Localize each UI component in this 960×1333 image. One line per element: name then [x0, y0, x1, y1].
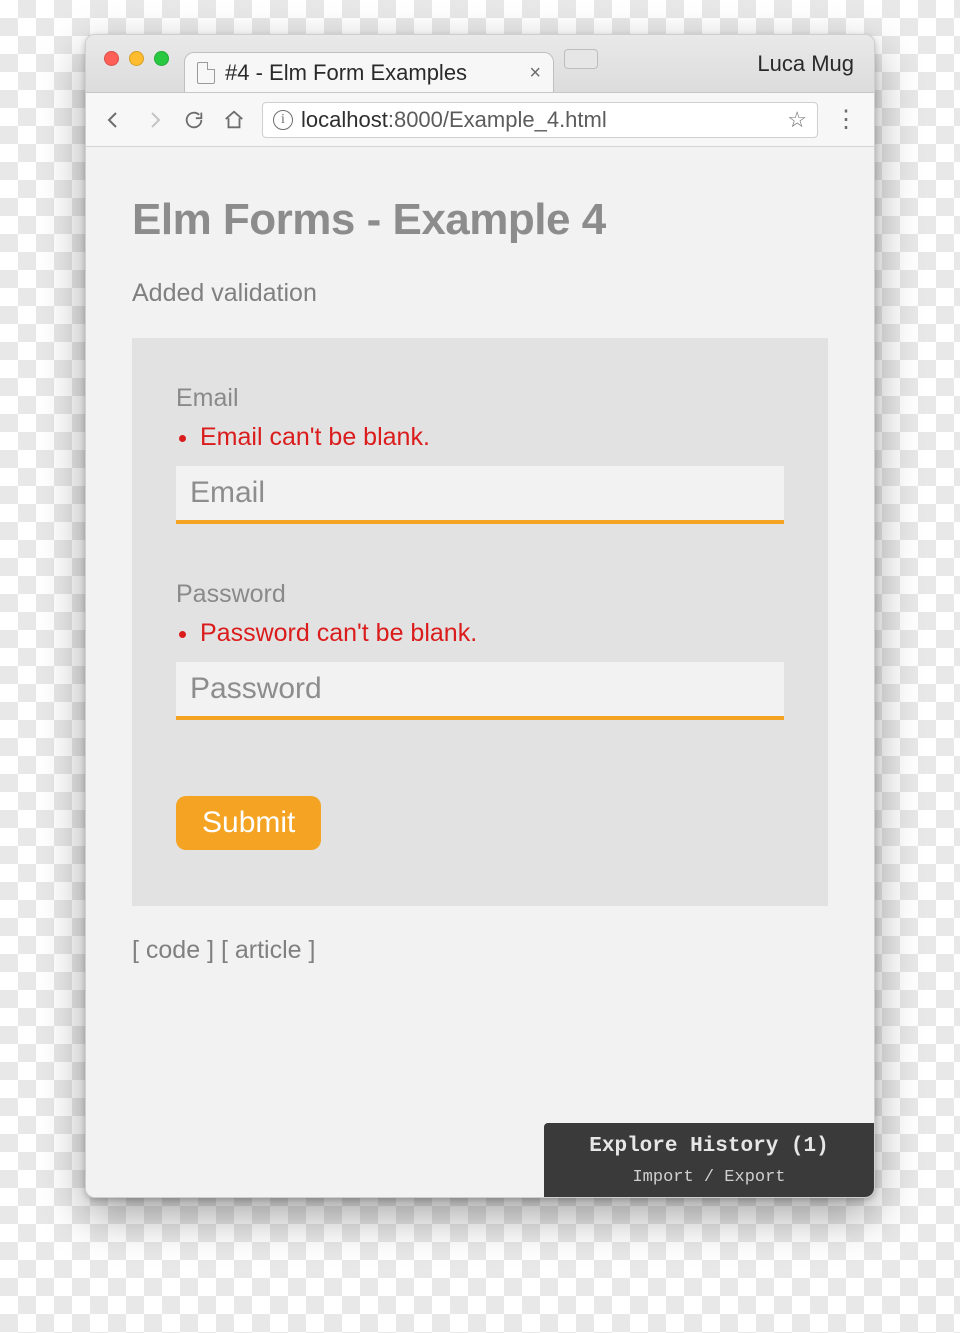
email-errors: Email can't be blank.	[200, 423, 784, 452]
home-icon[interactable]	[222, 108, 246, 132]
password-field-group: Password Password can't be blank.	[176, 580, 784, 720]
page-title: Elm Forms - Example 4	[132, 195, 828, 245]
password-errors: Password can't be blank.	[200, 619, 784, 648]
file-icon	[197, 62, 215, 84]
form-card: Email Email can't be blank. Password Pas…	[132, 338, 828, 906]
password-input[interactable]	[176, 662, 784, 720]
browser-tab[interactable]: #4 - Elm Form Examples ×	[184, 52, 554, 92]
footer-links: [ code ] [ article ]	[132, 936, 828, 965]
browser-toolbar: i localhost:8000/Example_4.html ☆ ⋮	[86, 93, 874, 147]
url-text: localhost:8000/Example_4.html	[301, 107, 607, 133]
forward-icon[interactable]	[142, 108, 166, 132]
password-error-item: Password can't be blank.	[200, 619, 784, 648]
new-tab-button[interactable]	[564, 49, 598, 69]
email-input[interactable]	[176, 466, 784, 524]
menu-icon[interactable]: ⋮	[834, 115, 858, 125]
elm-debugger-panel[interactable]: Explore History (1) Import / Export	[544, 1123, 874, 1197]
article-link[interactable]: article	[235, 936, 302, 964]
minimize-window-button[interactable]	[129, 51, 144, 66]
site-info-icon[interactable]: i	[273, 110, 293, 130]
page-subtitle: Added validation	[132, 279, 828, 308]
back-icon[interactable]	[102, 108, 126, 132]
browser-window: #4 - Elm Form Examples × Luca Mug i loca…	[85, 34, 875, 1198]
bookmark-star-icon[interactable]: ☆	[787, 107, 807, 133]
zoom-window-button[interactable]	[154, 51, 169, 66]
profile-name[interactable]: Luca Mug	[757, 51, 854, 77]
submit-button[interactable]: Submit	[176, 796, 321, 850]
window-controls	[104, 51, 169, 66]
tab-strip: #4 - Elm Form Examples × Luca Mug	[86, 35, 874, 93]
debugger-title[interactable]: Explore History (1)	[544, 1123, 874, 1164]
close-tab-icon[interactable]: ×	[529, 63, 541, 83]
tab-title: #4 - Elm Form Examples	[225, 60, 467, 86]
close-window-button[interactable]	[104, 51, 119, 66]
debugger-import-export[interactable]: Import / Export	[544, 1164, 874, 1197]
page-viewport: Elm Forms - Example 4 Added validation E…	[86, 147, 874, 1197]
email-error-item: Email can't be blank.	[200, 423, 784, 452]
email-field-group: Email Email can't be blank.	[176, 384, 784, 524]
address-bar[interactable]: i localhost:8000/Example_4.html ☆	[262, 102, 818, 138]
email-label: Email	[176, 384, 784, 413]
code-link[interactable]: code	[146, 936, 200, 964]
reload-icon[interactable]	[182, 108, 206, 132]
password-label: Password	[176, 580, 784, 609]
